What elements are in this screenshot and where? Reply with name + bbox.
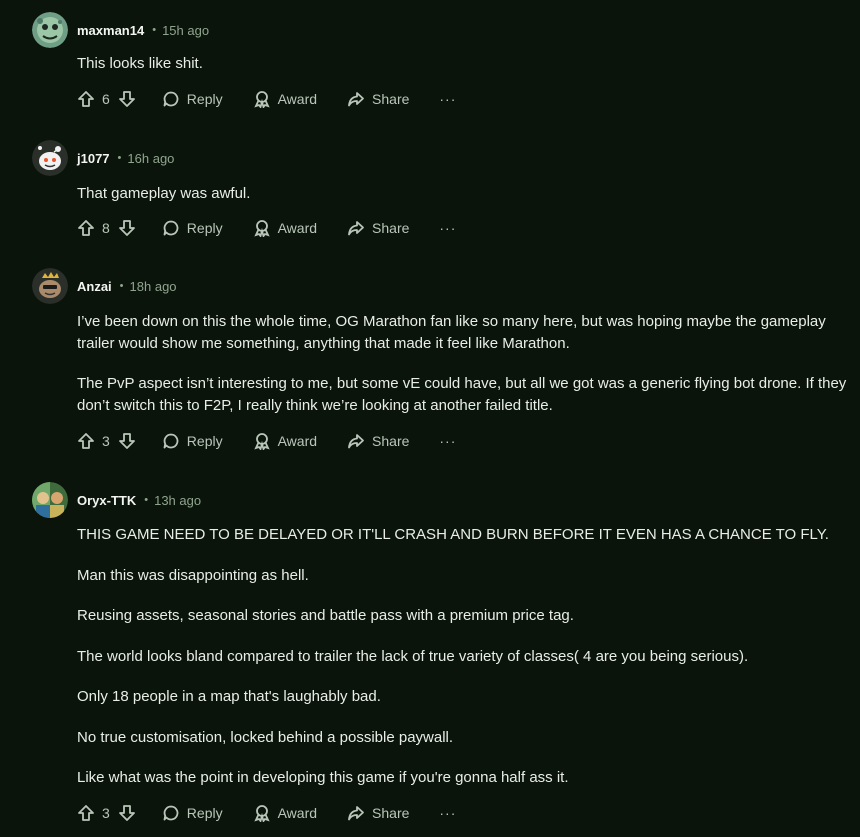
comment-body: I’ve been down on this the whole time, O… <box>77 311 847 417</box>
avatar[interactable] <box>32 268 68 304</box>
comment-paragraph: I’ve been down on this the whole time, O… <box>77 313 826 352</box>
award-label: Award <box>277 805 318 821</box>
comment-header: maxman14 • 15h ago <box>77 12 209 48</box>
comment-paragraph: The PvP aspect isn’t interesting to me, … <box>77 375 847 414</box>
comment-paragraph: This looks like shit. <box>77 55 203 72</box>
upvote-icon[interactable] <box>77 432 95 450</box>
avatar[interactable] <box>32 12 68 48</box>
vote-group: 6 <box>77 90 136 108</box>
award-button[interactable]: Award <box>253 219 317 237</box>
comment-header: Anzai • 18h ago <box>77 268 177 304</box>
comment-paragraph: The world looks bland compared to traile… <box>77 647 749 665</box>
award-label: Award <box>277 433 318 449</box>
downvote-icon[interactable] <box>118 219 136 237</box>
comment-header: j1077 • 16h ago <box>77 140 174 176</box>
separator-dot: • <box>144 494 149 506</box>
timestamp[interactable]: 18h ago <box>130 279 177 294</box>
share-button[interactable]: Share <box>347 432 409 450</box>
comment-paragraph: THIS GAME NEED TO BE DELAYED OR IT'LL CR… <box>77 526 829 543</box>
downvote-icon[interactable] <box>118 90 136 108</box>
timestamp[interactable]: 13h ago <box>154 493 201 508</box>
reply-label: Reply <box>186 805 223 821</box>
reply-button[interactable]: Reply <box>162 432 223 450</box>
award-label: Award <box>277 91 318 107</box>
reply-icon <box>163 91 179 107</box>
comment-paragraph: Only 18 people in a map that's laughably… <box>77 688 381 705</box>
comment-paragraph: Man this was disappointing as hell. <box>77 566 309 584</box>
comment-paragraph: Like what was the point in developing th… <box>77 769 569 786</box>
comment-body: That gameplay was awful. <box>77 183 847 205</box>
comment-actions: 6 Reply Award Share ··· <box>77 87 456 111</box>
award-button[interactable]: Award <box>253 804 317 822</box>
comment-actions: 8 Reply Award Share ··· <box>77 216 456 240</box>
award-icon <box>253 220 270 237</box>
reply-button[interactable]: Reply <box>162 219 223 237</box>
share-button[interactable]: Share <box>347 804 409 822</box>
avatar[interactable] <box>32 140 68 176</box>
reply-icon <box>163 220 179 236</box>
username[interactable]: j1077 <box>77 151 110 166</box>
vote-count: 3 <box>102 433 110 449</box>
comment-paragraph: Reusing assets, seasonal stories and bat… <box>77 607 574 624</box>
more-options-button[interactable]: ··· <box>439 220 456 236</box>
username[interactable]: Anzai <box>77 279 112 294</box>
award-button[interactable]: Award <box>253 432 317 450</box>
vote-count: 8 <box>102 220 110 236</box>
separator-dot: • <box>119 280 124 292</box>
award-label: Award <box>277 220 318 236</box>
reply-label: Reply <box>186 91 223 107</box>
vote-count: 6 <box>102 91 110 107</box>
username[interactable]: Oryx-TTK <box>77 493 136 508</box>
upvote-icon[interactable] <box>77 219 95 237</box>
timestamp[interactable]: 15h ago <box>162 23 209 38</box>
reply-label: Reply <box>186 220 223 236</box>
award-icon <box>253 433 270 450</box>
separator-dot: • <box>117 152 122 164</box>
share-icon <box>348 221 364 236</box>
comment-actions: 3 Reply Award Share ··· <box>77 801 456 825</box>
downvote-icon[interactable] <box>118 804 136 822</box>
award-icon <box>253 805 270 822</box>
username[interactable]: maxman14 <box>77 23 144 38</box>
reply-button[interactable]: Reply <box>162 804 223 822</box>
share-label: Share <box>372 433 410 449</box>
vote-group: 8 <box>77 219 136 237</box>
vote-group: 3 <box>77 432 136 450</box>
comment-paragraph: No true customisation, locked behind a p… <box>77 728 454 746</box>
share-icon <box>348 434 364 449</box>
avatar[interactable] <box>32 482 68 518</box>
timestamp[interactable]: 16h ago <box>127 151 174 166</box>
award-icon <box>253 91 270 108</box>
share-label: Share <box>372 805 410 821</box>
comment-body: THIS GAME NEED TO BE DELAYED OR IT'LL CR… <box>77 524 847 789</box>
reply-button[interactable]: Reply <box>162 90 223 108</box>
reply-icon <box>163 433 179 449</box>
share-button[interactable]: Share <box>347 90 409 108</box>
share-label: Share <box>372 220 410 236</box>
vote-group: 3 <box>77 804 136 822</box>
more-options-button[interactable]: ··· <box>439 433 456 449</box>
reply-label: Reply <box>186 433 223 449</box>
comment-paragraph: That gameplay was awful. <box>77 185 251 202</box>
share-label: Share <box>372 91 410 107</box>
reply-icon <box>163 805 179 821</box>
comment-actions: 3 Reply Award Share ··· <box>77 429 456 453</box>
upvote-icon[interactable] <box>77 804 95 822</box>
more-options-button[interactable]: ··· <box>439 805 456 821</box>
separator-dot: • <box>152 24 157 36</box>
comment-body: This looks like shit. <box>77 53 847 75</box>
award-button[interactable]: Award <box>253 90 317 108</box>
upvote-icon[interactable] <box>77 90 95 108</box>
share-button[interactable]: Share <box>347 219 409 237</box>
more-options-button[interactable]: ··· <box>439 91 456 107</box>
comment-header: Oryx-TTK • 13h ago <box>77 482 201 518</box>
downvote-icon[interactable] <box>118 432 136 450</box>
vote-count: 3 <box>102 805 110 821</box>
share-icon <box>348 92 364 107</box>
share-icon <box>348 806 364 821</box>
